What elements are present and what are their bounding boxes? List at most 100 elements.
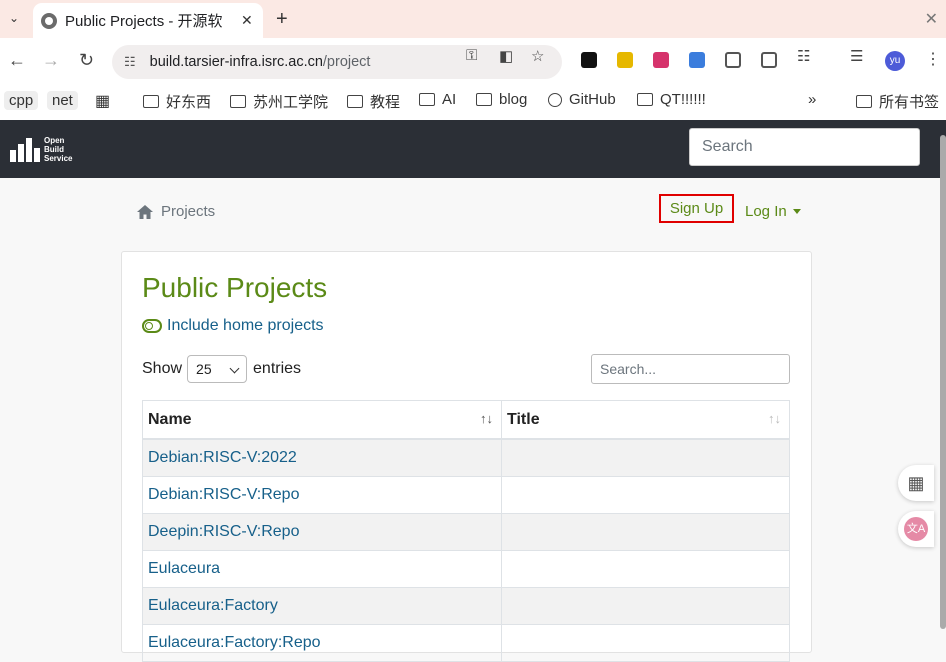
table-row: Eulaceura	[142, 550, 790, 588]
bookmark-folder[interactable]: QT!!!!!!	[637, 91, 706, 108]
folder-icon	[143, 95, 159, 108]
project-title-cell	[501, 513, 790, 551]
browser-toolbar: ← → ↻ ☷ build.tarsier-infra.isrc.ac.cn/p…	[0, 38, 946, 84]
more-bookmarks-chevron-icon[interactable]: »	[808, 91, 816, 108]
bookmark-folder[interactable]: 好东西	[143, 91, 211, 112]
project-name-link[interactable]: Debian:RISC-V:2022	[142, 438, 502, 477]
table-row: Eulaceura:Factory:Repo	[142, 624, 790, 662]
bookmark-star-icon[interactable]: ☆	[531, 47, 544, 65]
project-name-link[interactable]: Eulaceura:Factory	[142, 587, 502, 625]
entries-length-control: Show 25 entries	[142, 355, 301, 383]
profile-avatar[interactable]: yu	[885, 51, 905, 71]
chevron-down-icon	[229, 363, 240, 374]
obs-logo-text: Open Build Service	[44, 136, 73, 163]
folder-icon	[856, 95, 872, 108]
sort-icon: ↑↓	[768, 411, 781, 426]
bookmark-folder[interactable]: AI	[419, 91, 456, 108]
table-row: Debian:RISC-V:Repo	[142, 476, 790, 514]
table-search-input[interactable]	[591, 354, 790, 384]
bookmark-label: net	[47, 91, 78, 110]
folder-icon	[476, 93, 492, 106]
bookmark-github[interactable]: GitHub	[548, 91, 616, 108]
tab-bar: ⌄ Public Projects - 开源软 ✕ + ✕	[0, 0, 946, 38]
qr-scan-widget[interactable]: ▦	[898, 465, 934, 501]
reading-list-icon[interactable]: ☰	[850, 47, 863, 65]
breadcrumb-projects[interactable]: Projects	[161, 203, 215, 220]
translate-widget-icon: 文A	[904, 517, 928, 541]
bookmark-label: GitHub	[569, 91, 616, 108]
address-bar[interactable]: ☷ build.tarsier-infra.isrc.ac.cn/project	[112, 45, 562, 79]
apps-grid-icon[interactable]: ▦	[95, 91, 110, 111]
obs-logo[interactable]: Open Build Service	[10, 136, 72, 163]
forward-arrow-icon[interactable]: →	[42, 50, 60, 71]
obs-header: Open Build Service	[0, 120, 946, 178]
bookmark-net[interactable]: net	[47, 91, 78, 110]
bookmark-label: blog	[499, 91, 528, 108]
table-row: Debian:RISC-V:2022	[142, 438, 790, 477]
table-header-row: Name ↑↓ Title ↑↓	[142, 400, 790, 440]
grid-add-icon: ▦	[907, 472, 925, 493]
extension-3-icon[interactable]	[653, 52, 669, 68]
all-bookmarks-folder[interactable]: 所有书签	[856, 91, 939, 112]
bookmark-label: cpp	[4, 91, 39, 110]
entries-label: entries	[253, 360, 302, 377]
back-arrow-icon[interactable]: ←	[8, 50, 26, 71]
tab-search-chevron-icon[interactable]: ⌄	[4, 7, 24, 29]
log-in-label: Log In	[745, 203, 787, 220]
bookmark-label: 苏州工学院	[253, 94, 329, 111]
home-icon[interactable]	[137, 204, 153, 219]
table-row: Deepin:RISC-V:Repo	[142, 513, 790, 551]
window-close-icon[interactable]: ✕	[925, 9, 938, 29]
bookmark-folder[interactable]: blog	[476, 91, 527, 108]
bookmarks-bar: cpp net ▦ 好东西 苏州工学院 教程 AI blog GitHub QT…	[0, 84, 946, 121]
site-info-icon[interactable]: ☷	[124, 54, 136, 70]
projects-table: Name ↑↓ Title ↑↓ Debian:RISC-V:2022 Debian…	[142, 400, 790, 662]
reload-icon[interactable]: ↻	[79, 50, 94, 71]
active-tab[interactable]: Public Projects - 开源软 ✕	[33, 3, 263, 38]
project-name-link[interactable]: Deepin:RISC-V:Repo	[142, 513, 502, 551]
show-label: Show	[142, 360, 183, 377]
bookmark-label: 所有书签	[879, 94, 940, 111]
folder-icon	[347, 95, 363, 108]
close-tab-icon[interactable]: ✕	[241, 12, 253, 29]
translate-widget[interactable]: 文A	[898, 511, 934, 547]
extension-4-icon[interactable]	[689, 52, 705, 68]
project-name-link[interactable]: Debian:RISC-V:Repo	[142, 476, 502, 514]
browser-menu-icon[interactable]: ⋮	[925, 49, 941, 69]
translate-icon[interactable]: ◧	[499, 47, 513, 65]
obs-logo-icon	[10, 137, 40, 162]
bookmark-cpp[interactable]: cpp	[4, 91, 39, 110]
sort-asc-icon: ↑↓	[480, 411, 493, 426]
extension-6-icon[interactable]	[761, 52, 777, 68]
column-header-name[interactable]: Name ↑↓	[142, 400, 502, 440]
sign-up-link[interactable]: Sign Up	[659, 194, 734, 223]
breadcrumb: Projects	[137, 203, 215, 220]
extension-1-icon[interactable]	[581, 52, 597, 68]
bookmark-folder[interactable]: 教程	[347, 91, 400, 112]
url-text[interactable]: build.tarsier-infra.isrc.ac.cn/project	[150, 54, 371, 70]
extensions-puzzle-icon[interactable]: ☷	[797, 47, 810, 65]
project-title-cell	[501, 624, 790, 662]
column-header-title[interactable]: Title ↑↓	[501, 400, 790, 440]
project-name-link[interactable]: Eulaceura	[142, 550, 502, 588]
password-key-icon[interactable]: ⚿	[466, 47, 477, 64]
project-name-link[interactable]: Eulaceura:Factory:Repo	[142, 624, 502, 662]
include-home-projects-toggle[interactable]: Include home projects	[142, 317, 324, 335]
project-title-cell	[501, 476, 790, 514]
page-scrollbar[interactable]	[940, 135, 946, 629]
page-title: Public Projects	[142, 272, 328, 303]
toggle-off-icon	[142, 319, 162, 333]
extension-5-icon[interactable]	[725, 52, 741, 68]
log-in-dropdown[interactable]: Log In	[745, 203, 801, 220]
project-title-cell	[501, 550, 790, 588]
entries-value: 25	[196, 361, 212, 377]
project-title-cell	[501, 587, 790, 625]
url-host: build.tarsier-infra.isrc.ac.cn	[149, 54, 323, 70]
bookmark-label: QT!!!!!!	[660, 91, 706, 108]
bookmark-folder[interactable]: 苏州工学院	[230, 91, 328, 112]
global-search-input[interactable]	[689, 128, 920, 166]
entries-per-page-select[interactable]: 25	[187, 355, 248, 383]
tab-title: Public Projects - 开源软	[65, 13, 223, 30]
new-tab-plus-icon[interactable]: +	[276, 8, 288, 31]
extension-2-icon[interactable]	[617, 52, 633, 68]
